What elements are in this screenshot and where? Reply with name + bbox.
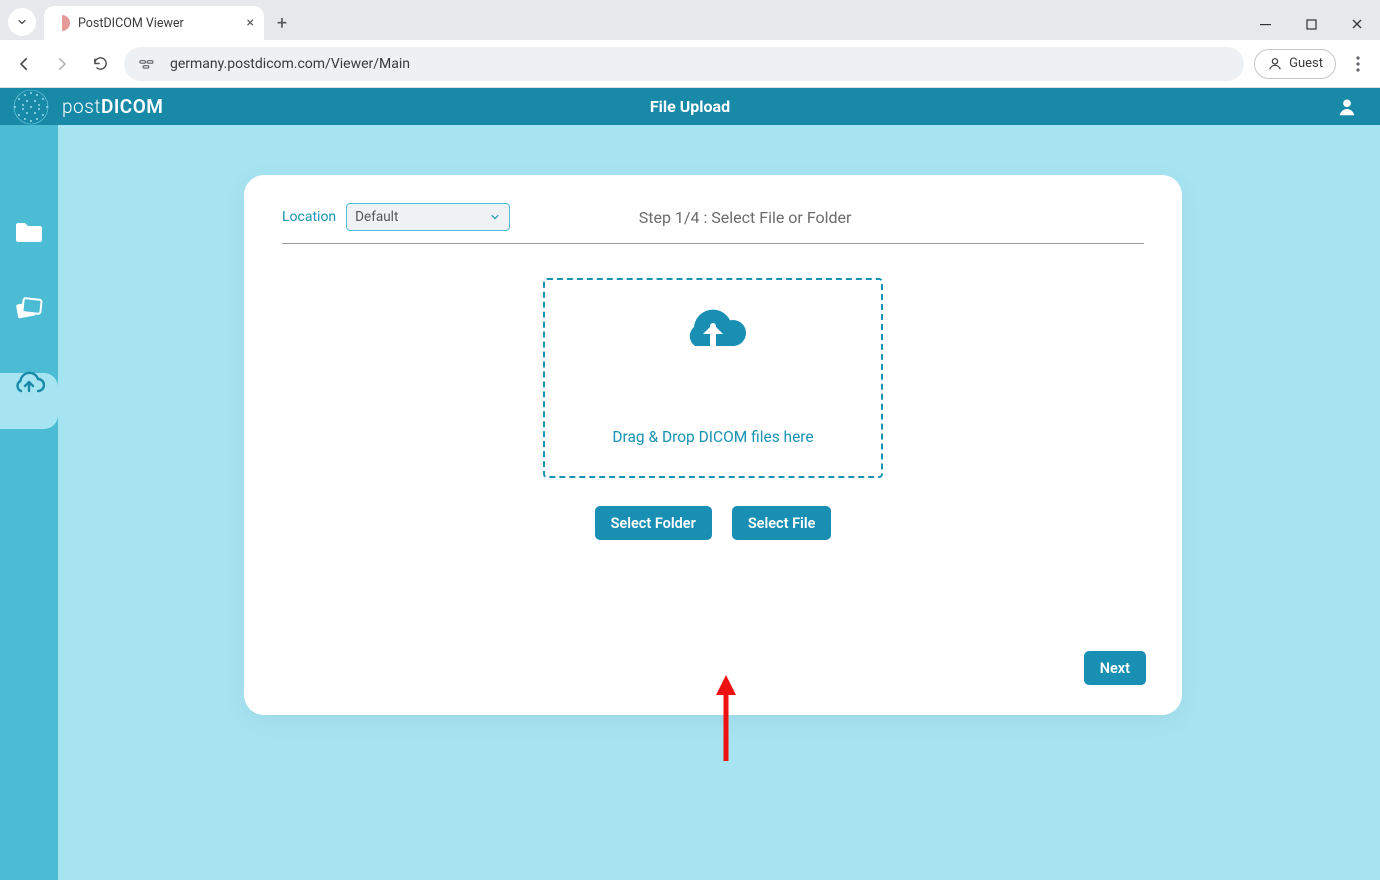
step-title: Step 1/4 : Select File or Folder: [346, 208, 1144, 227]
main-canvas: Location Default Step 1/4 : Select File …: [58, 125, 1380, 880]
location-label: Location: [282, 209, 336, 225]
browser-chrome: PostDICOM Viewer × + germany.postdicom.c…: [0, 0, 1380, 88]
nav-back[interactable]: [10, 50, 38, 78]
card-header: Location Default Step 1/4 : Select File …: [282, 203, 1144, 244]
address-bar[interactable]: germany.postdicom.com/Viewer/Main: [124, 47, 1244, 81]
address-row: germany.postdicom.com/Viewer/Main Guest: [0, 40, 1380, 88]
button-row: Select Folder Select File: [282, 506, 1144, 540]
window-close[interactable]: [1334, 8, 1380, 40]
new-tab-button[interactable]: +: [268, 9, 296, 37]
app-root: postDICOM File Upload: [0, 88, 1380, 880]
chevron-down-icon: [16, 16, 28, 28]
dropzone-text: Drag & Drop DICOM files here: [612, 428, 813, 446]
profile-guest[interactable]: Guest: [1254, 49, 1336, 79]
brand-emblem-icon: [0, 88, 62, 125]
upload-card: Location Default Step 1/4 : Select File …: [244, 175, 1182, 715]
brand-suffix: DICOM: [101, 95, 164, 118]
tab-title: PostDICOM Viewer: [78, 16, 184, 31]
guest-label: Guest: [1289, 56, 1323, 71]
user-menu[interactable]: [1336, 96, 1358, 118]
site-info-icon[interactable]: [138, 54, 158, 74]
window-maximize[interactable]: [1288, 8, 1334, 40]
sidebar-item-upload[interactable]: [10, 365, 48, 403]
person-icon: [1267, 56, 1283, 72]
brand-logo[interactable]: postDICOM: [62, 95, 163, 118]
page-title: File Upload: [0, 97, 1380, 116]
person-icon: [1336, 96, 1358, 118]
sidebar: [0, 125, 58, 880]
dropzone[interactable]: Drag & Drop DICOM files here: [543, 278, 883, 478]
select-file-button[interactable]: Select File: [732, 506, 832, 540]
sidebar-item-folders[interactable]: [10, 213, 48, 251]
url-text: germany.postdicom.com/Viewer/Main: [170, 56, 410, 72]
tab-strip: PostDICOM Viewer × +: [0, 0, 1380, 40]
cloud-upload-icon: [13, 371, 45, 397]
select-folder-button[interactable]: Select Folder: [595, 506, 712, 540]
nav-forward: [48, 50, 76, 78]
window-controls: [1242, 8, 1380, 40]
browser-tab[interactable]: PostDICOM Viewer ×: [44, 6, 264, 40]
browser-menu[interactable]: [1346, 52, 1370, 76]
cloud-upload-icon: [679, 302, 747, 356]
window-minimize[interactable]: [1242, 8, 1288, 40]
next-button[interactable]: Next: [1084, 651, 1146, 685]
folder-icon: [14, 219, 44, 245]
sidebar-item-viewer[interactable]: [10, 289, 48, 327]
brand-prefix: post: [62, 95, 101, 118]
app-body: Location Default Step 1/4 : Select File …: [0, 125, 1380, 880]
favicon-icon: [54, 15, 70, 31]
close-tab-icon[interactable]: ×: [247, 15, 254, 31]
tab-list-caret[interactable]: [8, 8, 36, 36]
nav-reload[interactable]: [86, 50, 114, 78]
images-icon: [14, 294, 44, 322]
app-topbar: postDICOM File Upload: [0, 88, 1380, 125]
